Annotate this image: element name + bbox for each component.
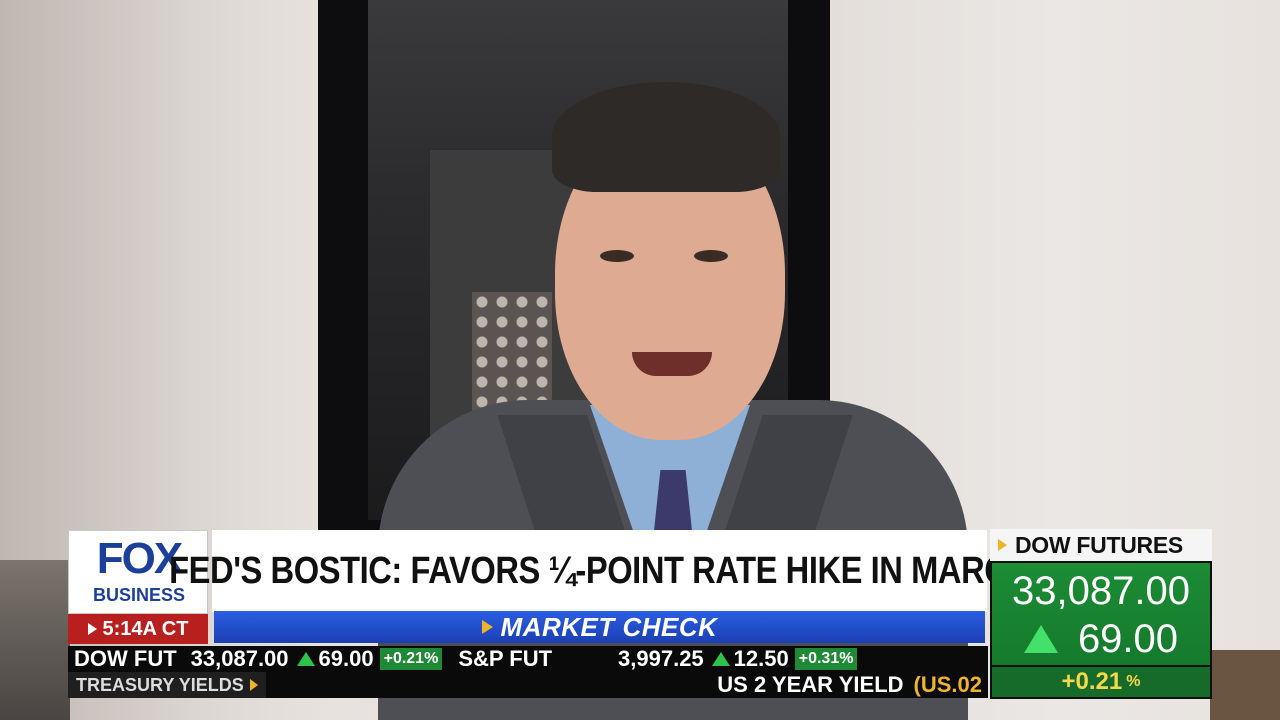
play-icon xyxy=(481,620,493,634)
speaker-mouth xyxy=(632,352,712,376)
speaker-eye-right xyxy=(694,250,728,262)
headline-text: FED'S BOSTIC: FAVORS ¼-POINT RATE HIKE I… xyxy=(168,549,1031,592)
play-icon xyxy=(249,679,258,691)
dow-futures-price: 33,087.00 xyxy=(1012,569,1190,613)
play-icon xyxy=(87,623,97,635)
dow-futures-title: DOW FUTURES xyxy=(1015,531,1183,558)
ticker-item-sp: S&P FUT 3,997.25 12.50 +0.31% xyxy=(452,646,858,672)
market-ticker: DOW FUT 33,087.00 69.00 +0.21% S&P FUT 3… xyxy=(68,646,988,672)
lamp xyxy=(0,560,70,720)
dow-futures-pct-value: +0.21 xyxy=(1061,668,1123,695)
segment-bar: MARKET CHECK xyxy=(214,611,985,643)
time-badge: 5:14A CT xyxy=(68,614,208,644)
speaker-hair xyxy=(552,82,780,192)
dow-futures-pct: +0.21% xyxy=(992,667,1210,697)
speaker-eye-left xyxy=(600,250,634,262)
up-arrow-icon xyxy=(1023,625,1058,653)
treasury-label-box: TREASURY YIELDS xyxy=(68,672,266,698)
ticker-name: DOW FUT xyxy=(74,646,177,671)
ticker-value: 3,997.25 xyxy=(618,646,704,671)
treasury-label: TREASURY YIELDS xyxy=(76,674,244,695)
ticker-value: 33,087.00 xyxy=(190,646,289,671)
dow-futures-header: DOW FUTURES xyxy=(990,529,1212,561)
segment-label: MARKET CHECK xyxy=(500,611,718,642)
dow-futures-pct-unit: % xyxy=(1126,673,1141,690)
dow-futures-change-row: 69.00 xyxy=(992,617,1210,661)
ticker-item-dow: DOW FUT 33,087.00 69.00 +0.21% xyxy=(68,646,443,672)
yield-name: US 2 YEAR YIELD xyxy=(717,672,904,697)
up-arrow-icon xyxy=(296,652,315,666)
side-table xyxy=(1210,650,1280,720)
ticker-name: S&P FUT xyxy=(458,646,553,671)
ticker-change: 12.50 xyxy=(733,646,789,671)
ticker-change: 69.00 xyxy=(318,646,374,671)
dow-futures-values: 33,087.00 69.00 xyxy=(992,563,1210,665)
treasury-ticker: TREASURY YIELDS US 2 YEAR YIELD (US.02 xyxy=(68,672,988,698)
play-icon xyxy=(998,539,1007,551)
treasury-yield: US 2 YEAR YIELD (US.02 xyxy=(717,672,988,698)
ticker-pct: +0.31% xyxy=(794,648,858,670)
yield-code: (US.02 xyxy=(913,672,982,697)
time-text: 5:14A CT xyxy=(102,617,189,640)
headline-banner: FED'S BOSTIC: FAVORS ¼-POINT RATE HIKE I… xyxy=(169,530,1031,612)
dow-futures-box: DOW FUTURES 33,087.00 69.00 +0.21% xyxy=(990,529,1212,699)
dow-futures-change: 69.00 xyxy=(1077,617,1179,661)
ticker-pct: +0.21% xyxy=(379,648,443,670)
up-arrow-icon xyxy=(711,652,730,666)
